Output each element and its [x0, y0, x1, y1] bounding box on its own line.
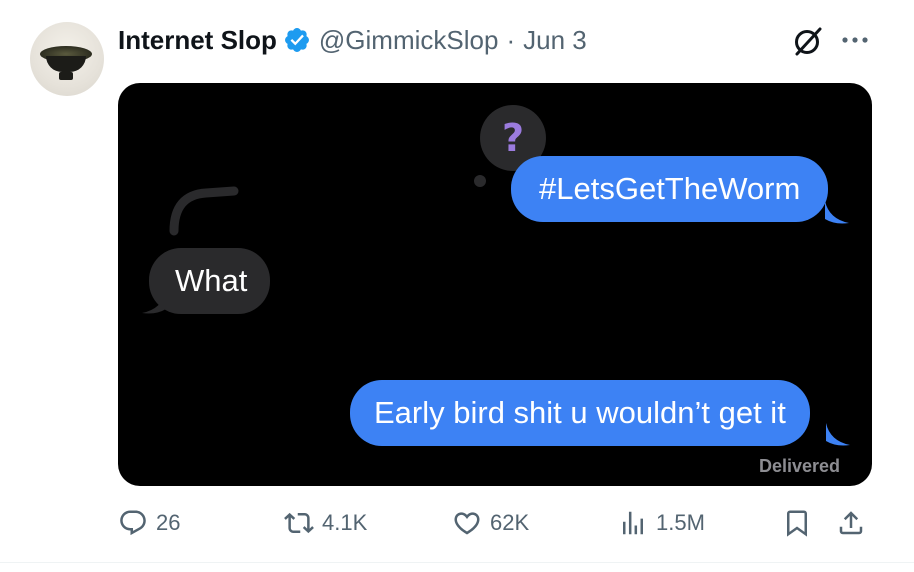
tweet-date[interactable]: Jun 3 — [523, 25, 587, 56]
views-chart-icon — [623, 511, 643, 535]
verified-badge-icon[interactable] — [283, 26, 311, 54]
delivered-status: Delivered — [758, 456, 840, 476]
tweet: Internet Slop @GimmickSlop · Jun 3 ? #Le… — [0, 0, 914, 572]
share-button[interactable] — [836, 508, 874, 538]
reply-icon — [120, 510, 146, 536]
heart-icon — [454, 512, 480, 535]
message-bubble-received: What — [149, 248, 271, 314]
repost-icon — [284, 512, 314, 534]
repost-count: 4.1K — [322, 510, 368, 535]
avatar-bowl-body — [46, 56, 86, 72]
grok-icon[interactable] — [791, 24, 825, 58]
typing-arc — [169, 186, 239, 236]
like-count: 62K — [490, 510, 530, 535]
author-handle[interactable]: @GimmickSlop — [319, 25, 499, 56]
bookmark-button[interactable] — [782, 508, 820, 538]
message-bubble-sent: #LetsGetTheWorm — [511, 156, 829, 222]
tweet-media-image[interactable]: ? #LetsGetTheWorm What Early bird shit u… — [118, 83, 872, 486]
avatar[interactable] — [30, 22, 104, 96]
divider — [0, 562, 914, 563]
question-mark-icon: ? — [501, 116, 525, 160]
reply-button[interactable]: 26 — [118, 508, 180, 538]
bubble-tail — [826, 423, 850, 446]
tweet-header: Internet Slop @GimmickSlop · Jun 3 — [118, 22, 587, 58]
reply-count: 26 — [156, 510, 181, 535]
author-name[interactable]: Internet Slop — [118, 25, 277, 56]
more-icon[interactable] — [838, 30, 872, 50]
thought-bubble-dot — [474, 175, 486, 187]
bubble-tail — [142, 291, 166, 314]
message-bubble-sent: Early bird shit u wouldn’t get it — [350, 380, 810, 446]
repost-button[interactable]: 4.1K — [284, 508, 367, 538]
bubble-tail — [825, 201, 849, 224]
view-count: 1.5M — [656, 510, 705, 535]
like-button[interactable]: 62K — [452, 508, 529, 538]
views-button[interactable]: 1.5M — [618, 508, 705, 538]
share-icon — [839, 511, 863, 535]
separator-dot: · — [506, 24, 516, 55]
action-bar: 26 4.1K 62K 1.5M — [0, 500, 914, 550]
bookmark-icon — [787, 510, 807, 537]
avatar-bowl-foot — [59, 72, 73, 80]
